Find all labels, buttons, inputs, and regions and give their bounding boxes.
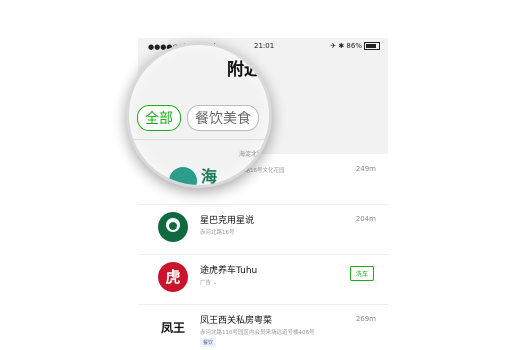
item-ad-label: 广告 ⌄ (200, 280, 218, 286)
filter-all-button[interactable]: 全部 (137, 105, 181, 131)
list-item-starbucks[interactable]: 星巴克用星说 赤河北路16号 204m (138, 204, 388, 255)
magnifier-lens: 附近的小程序 全部 餐饮美食 海淀北路16号文化花园 海 (126, 42, 272, 188)
divider (129, 139, 269, 140)
item-distance: 204m (355, 215, 376, 223)
filter-food-button[interactable]: 餐饮美食 (187, 105, 259, 131)
starbucks-logo-icon (158, 212, 188, 242)
item-name: 凤王西关私房粤菜 (200, 316, 273, 326)
item-address: 赤河北路116号园区内会员来场远道号楼406号 (200, 330, 315, 336)
tuhu-logo-icon: 虎 (158, 262, 188, 292)
first-item-address: 海淀北路16号文化花园 (239, 151, 271, 158)
clock: 21:01 (254, 42, 275, 50)
page-title: 附近的小程序 (227, 60, 269, 80)
first-item-logo-icon (169, 167, 197, 185)
battery-status: ✈ ✱ 86% (330, 42, 380, 50)
car-wash-button[interactable]: 洗车 (349, 266, 374, 281)
first-item-name: 海 (201, 167, 218, 186)
item-name: 星巴克用星说 (200, 216, 255, 226)
item-name: 途虎养车Tuhu (200, 266, 258, 276)
list-item-tuhu[interactable]: 虎 途虎养车Tuhu 广告 ⌄ 洗车 (138, 254, 388, 305)
category-tag: 餐饮 (200, 338, 217, 347)
battery-icon (364, 42, 380, 50)
item-distance: 269m (355, 315, 376, 323)
fengwang-logo-icon: 凤王 (160, 321, 185, 335)
item-address: 赤河北路16号 (200, 230, 235, 236)
list-item-fengwang[interactable]: 凤王 凤王西关私房粤菜 赤河北路116号园区内会员来场远道号楼406号 269m… (138, 304, 388, 350)
distance: 249m (355, 165, 376, 173)
